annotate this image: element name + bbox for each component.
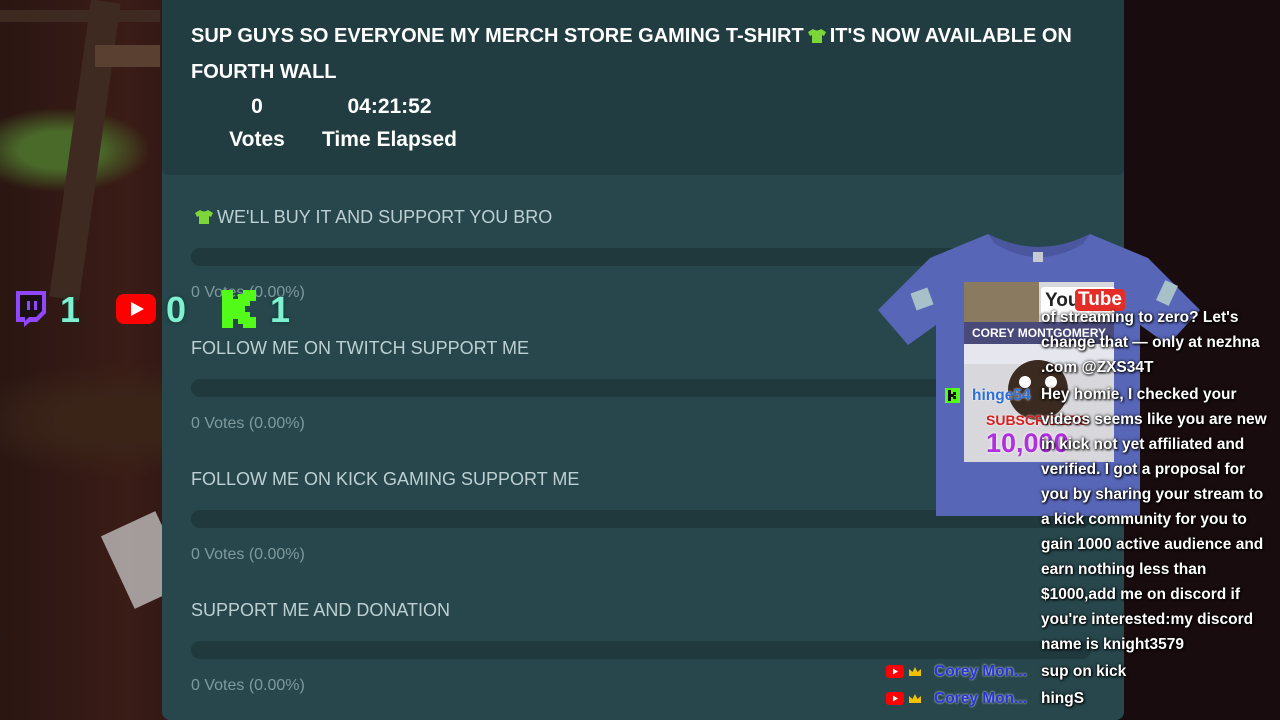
kick-count: 1 bbox=[270, 289, 291, 330]
time-elapsed-label: Time Elapsed bbox=[321, 128, 457, 151]
chat-message-line: Hey homie, I checked your bbox=[1041, 386, 1237, 403]
chat-username[interactable]: hinge54 bbox=[972, 387, 1031, 405]
youtube-icon bbox=[116, 294, 156, 324]
chat-message-line: verified. I got a proposal for bbox=[1041, 461, 1246, 478]
kick-icon bbox=[222, 290, 256, 328]
chat-username-row: hinge54 bbox=[945, 383, 1031, 408]
poll-option-text: WE'LL BUY IT AND SUPPORT YOU BRO bbox=[217, 207, 553, 227]
time-elapsed-stat: 04:21:52 Time Elapsed bbox=[317, 90, 462, 156]
crown-icon bbox=[909, 693, 921, 703]
chat-message-line: you're interested:my discord bbox=[1041, 611, 1254, 628]
poll-option-3-votes: 0 Votes (0.00%) bbox=[191, 546, 305, 563]
chat-message-line: videos seems like you are new bbox=[1041, 411, 1267, 428]
twitch-count: 1 bbox=[60, 289, 81, 330]
poll-option-4-label: SUPPORT ME AND DONATION bbox=[191, 600, 451, 620]
poll-option-3-label: FOLLOW ME ON KICK GAMING SUPPORT ME bbox=[191, 469, 580, 489]
youtube-counter: 0 bbox=[116, 290, 186, 330]
kick-icon bbox=[945, 388, 960, 403]
chat-message-line: you by sharing your stream to bbox=[1041, 486, 1264, 503]
votes-label: Votes bbox=[229, 128, 285, 151]
chat-message-line: name is knight3579 bbox=[1041, 636, 1185, 653]
youtube-icon bbox=[886, 692, 904, 705]
time-elapsed-value: 04:21:52 bbox=[347, 95, 432, 118]
chat-username[interactable]: Corey Mon... bbox=[934, 663, 1028, 681]
votes-count: 0 bbox=[251, 95, 263, 118]
chat-username-row: Corey Mon... bbox=[886, 659, 1028, 684]
chat-message-line: of streaming to zero? Let's bbox=[1041, 309, 1239, 326]
chat-message-line: change that — only at nezhna bbox=[1041, 334, 1260, 351]
poll-option-2-label: FOLLOW ME ON TWITCH SUPPORT ME bbox=[191, 338, 530, 358]
chat-message-line: earn nothing less than bbox=[1041, 561, 1207, 578]
poll-option-4-bar[interactable] bbox=[191, 641, 1091, 659]
twitch-counter: 1 bbox=[12, 290, 80, 330]
youtube-icon bbox=[886, 665, 904, 678]
background-detail bbox=[95, 45, 160, 67]
crown-icon bbox=[909, 666, 921, 676]
chat-message-line: a kick community for you to bbox=[1041, 511, 1247, 528]
chat-message-text: hingS bbox=[1041, 690, 1085, 707]
poll-option-1-label: WE'LL BUY IT AND SUPPORT YOU BRO bbox=[191, 207, 552, 228]
poll-title-text: SUP GUYS SO EVERYONE MY MERCH STORE GAMI… bbox=[191, 25, 804, 47]
twitch-icon bbox=[16, 291, 46, 327]
poll-option-2-votes: 0 Votes (0.00%) bbox=[191, 415, 305, 432]
chat-message-line: gain 1000 active audience and bbox=[1041, 536, 1264, 553]
votes-stat: 0 Votes bbox=[222, 90, 292, 156]
tshirt-icon bbox=[195, 210, 213, 224]
poll-option-4-votes: 0 Votes (0.00%) bbox=[191, 677, 305, 694]
kick-counter: 1 bbox=[222, 290, 290, 330]
poll-header: SUP GUYS SO EVERYONE MY MERCH STORE GAMI… bbox=[162, 0, 1124, 175]
chat-message-line: in kick not yet affiliated and bbox=[1041, 436, 1245, 453]
background-detail bbox=[0, 10, 160, 22]
chat-message-line: .com @ZXS34T bbox=[1041, 359, 1154, 376]
chat-username[interactable]: Corey Mon... bbox=[934, 690, 1028, 708]
poll-title: SUP GUYS SO EVERYONE MY MERCH STORE GAMI… bbox=[191, 18, 1091, 90]
chat-message-line: $1000,add me on discord if bbox=[1041, 586, 1240, 603]
chat-username-row: Corey Mon... bbox=[886, 686, 1028, 711]
youtube-count: 0 bbox=[166, 289, 187, 330]
chat-message-text: sup on kick bbox=[1041, 663, 1127, 680]
tshirt-icon bbox=[807, 29, 826, 43]
